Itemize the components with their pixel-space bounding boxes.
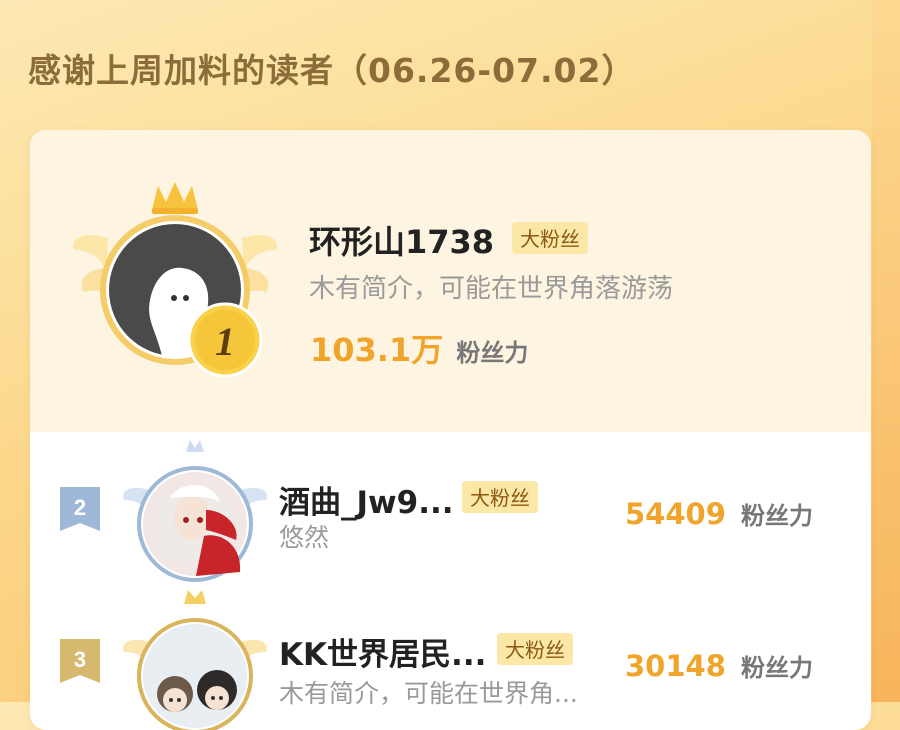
page-edge-decoration — [872, 0, 900, 702]
list-item-rank-2[interactable]: 2 酒曲_Jw9... 大粉丝 悠然 54409 粉丝力 — [30, 432, 871, 582]
rank-1-fans: 103.1万 粉丝力 — [310, 325, 528, 371]
rank-1-bio: 木有简介，可能在世界角落游荡 — [309, 274, 674, 304]
rank-2-fans: 54409 粉丝力 — [625, 496, 813, 531]
rank-3-avatar[interactable] — [120, 590, 270, 730]
rank-3-bio: 木有简介，可能在世界角... — [279, 679, 578, 708]
leaderboard-card: 1 环形山1738 大粉丝 木有简介，可能在世界角落游荡 103.1万 粉丝力 … — [30, 130, 871, 730]
top-reader-section[interactable]: 1 环形山1738 大粉丝 木有简介，可能在世界角落游荡 103.1万 粉丝力 — [30, 130, 871, 432]
rank-3-fans: 30148 粉丝力 — [625, 648, 813, 683]
rank-1-fan-badge: 大粉丝 — [512, 222, 588, 254]
rank-3-name[interactable]: KK世界居民... — [279, 629, 486, 674]
rank-2-label: 2 — [74, 495, 86, 520]
page-title: 感谢上周加料的读者（06.26-07.02） — [28, 51, 636, 90]
rank-2-avatar[interactable] — [120, 440, 270, 590]
rank-2-fans-unit: 粉丝力 — [741, 502, 813, 530]
rank-3-fan-badge: 大粉丝 — [497, 633, 573, 665]
list-item-rank-3[interactable]: 3 KK世界居民... 大粉丝 木有简介，可能在世界角... 30148 粉丝力 — [30, 582, 871, 730]
rank-2-fans-value: 54409 — [625, 497, 726, 531]
rank-1-avatar[interactable]: 1 — [70, 180, 280, 380]
rank-2-name[interactable]: 酒曲_Jw9... — [279, 477, 454, 522]
rank-2-fan-badge: 大粉丝 — [462, 481, 538, 513]
rank-3-label: 3 — [74, 647, 86, 672]
chibi-couple-avatar — [123, 590, 267, 730]
rank-2-bio: 悠然 — [279, 523, 330, 552]
rank-1-label: 1 — [215, 319, 235, 364]
rank-1-name[interactable]: 环形山1738 — [309, 217, 494, 263]
rank-1-fans-unit: 粉丝力 — [456, 339, 529, 367]
winged-frame-icon: 1 — [73, 182, 277, 378]
rank-1-fans-value: 103.1万 — [310, 331, 444, 369]
anime-girl-avatar — [123, 440, 267, 582]
rank-3-fans-value: 30148 — [625, 649, 726, 683]
rank-3-tag: 3 — [60, 639, 100, 683]
rank-3-fans-unit: 粉丝力 — [741, 654, 813, 682]
rank-2-tag: 2 — [60, 487, 100, 531]
